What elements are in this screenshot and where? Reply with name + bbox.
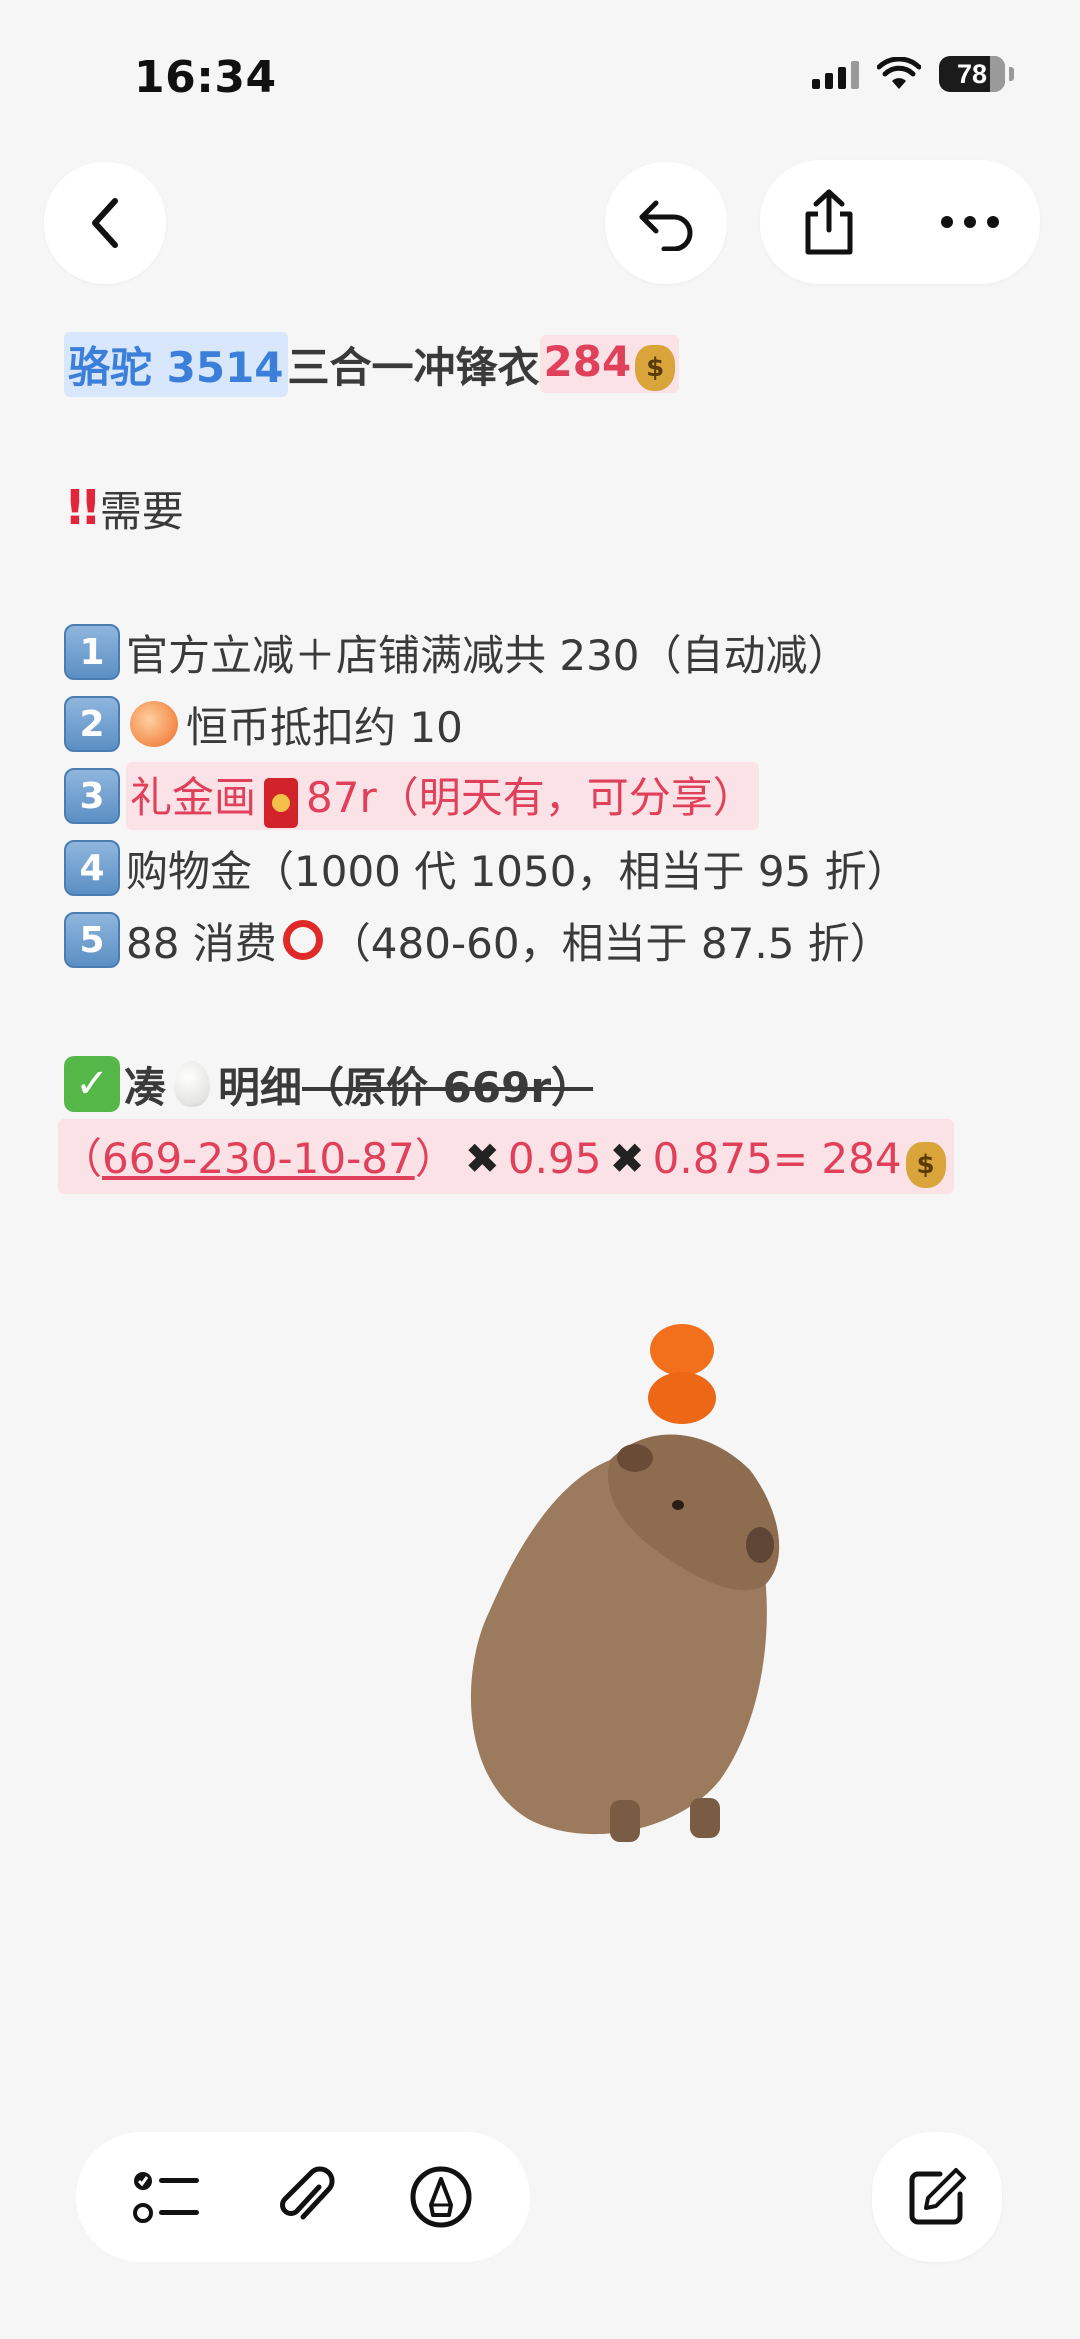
list-item-text: 恒币抵扣约 10 bbox=[186, 702, 463, 752]
list-item-text: 官方立减＋店铺满减共 230（自动减） bbox=[126, 630, 850, 680]
pen-markup-icon[interactable] bbox=[409, 2165, 473, 2229]
note-body[interactable]: 骆驼 3514 三合一冲锋衣 284 $ !! 需要 1 官方立减＋店铺满减共 230（… bbox=[58, 328, 1024, 1194]
list-item: 4 购物金（1000 代 1050，相当于 95 折） bbox=[64, 832, 1024, 904]
check-mark-icon: ✓ bbox=[64, 1056, 120, 1112]
list-item-text-a: 88 消费 bbox=[126, 918, 277, 968]
keycap-1-icon: 1 bbox=[64, 624, 120, 680]
double-exclamation-icon: !! bbox=[64, 480, 102, 536]
keycap-4-icon: 4 bbox=[64, 840, 120, 896]
formula-line: （669-230-10-87） ✖ 0.95 ✖ 0.875= 284 $ bbox=[58, 1118, 1024, 1194]
list-item: 5 88 消费 （480-60，相当于 87.5 折） bbox=[64, 904, 1024, 976]
cellular-signal-icon bbox=[812, 59, 859, 89]
checklist-icon[interactable] bbox=[133, 2167, 201, 2227]
chevron-left-icon bbox=[92, 198, 118, 248]
wifi-icon bbox=[877, 57, 921, 89]
undo-button[interactable] bbox=[605, 162, 727, 284]
list-item: 2 恒币抵扣约 10 bbox=[64, 688, 1024, 760]
detail-label: 明细 bbox=[218, 1062, 303, 1112]
detail-heading: ✓ 凑 明细 （原价 669r） bbox=[64, 1048, 1024, 1120]
list-item-text: 购物金（1000 代 1050，相当于 95 折） bbox=[126, 846, 909, 896]
more-icon[interactable] bbox=[940, 215, 1000, 229]
back-button[interactable] bbox=[44, 162, 166, 284]
battery-level: 78 bbox=[956, 58, 988, 89]
money-bag-icon: $ bbox=[905, 1141, 946, 1188]
battery-indicator: 78 bbox=[939, 56, 1005, 92]
keycap-2-icon: 2 bbox=[64, 696, 120, 752]
compose-button[interactable] bbox=[872, 2132, 1002, 2262]
status-time: 16:34 bbox=[134, 52, 277, 103]
capybara-image bbox=[470, 1324, 780, 1842]
note-title: 骆驼 3514 三合一冲锋衣 284 $ bbox=[64, 328, 1024, 400]
red-circle-icon bbox=[282, 920, 323, 960]
need-label: 需要 bbox=[99, 486, 184, 536]
paperclip-icon[interactable] bbox=[275, 2165, 335, 2229]
multiply-icon: ✖ bbox=[609, 1133, 645, 1183]
detail-prefix: 凑 bbox=[124, 1062, 167, 1112]
formula-highlight: （669-230-10-87） ✖ 0.95 ✖ 0.875= 284 $ bbox=[58, 1118, 954, 1194]
share-icon[interactable] bbox=[800, 188, 858, 256]
undo-icon bbox=[639, 200, 693, 251]
need-heading: !! 需要 bbox=[64, 472, 1024, 544]
egg-icon bbox=[174, 1061, 211, 1107]
keycap-3-icon: 3 bbox=[64, 768, 120, 824]
formula-expression: 669-230-10-87 bbox=[102, 1133, 415, 1183]
title-price: 284 $ bbox=[539, 335, 680, 393]
multiply-icon: ✖ bbox=[464, 1133, 500, 1183]
title-brand: 骆驼 3514 bbox=[64, 331, 288, 397]
original-price: （原价 669r） bbox=[302, 1062, 594, 1112]
battery-tip bbox=[1009, 67, 1014, 81]
list-item-highlight: 礼金画 87r（明天有，可分享） bbox=[126, 762, 759, 830]
title-product: 三合一冲锋衣 bbox=[287, 342, 540, 392]
money-bag-icon: $ bbox=[635, 345, 676, 391]
peach-icon bbox=[130, 701, 178, 747]
bottom-toolbar bbox=[76, 2132, 530, 2262]
list-item-text-b: （480-60，相当于 87.5 折） bbox=[328, 918, 892, 968]
red-envelope-icon bbox=[264, 778, 299, 828]
list-item: 1 官方立减＋店铺满减共 230（自动减） bbox=[64, 616, 1024, 688]
keycap-5-icon: 5 bbox=[64, 912, 120, 968]
share-more-group bbox=[760, 160, 1040, 284]
compose-icon bbox=[909, 2168, 966, 2225]
status-indicators: 78 bbox=[812, 56, 1014, 92]
list-item: 3 礼金画 87r（明天有，可分享） bbox=[64, 760, 1024, 832]
